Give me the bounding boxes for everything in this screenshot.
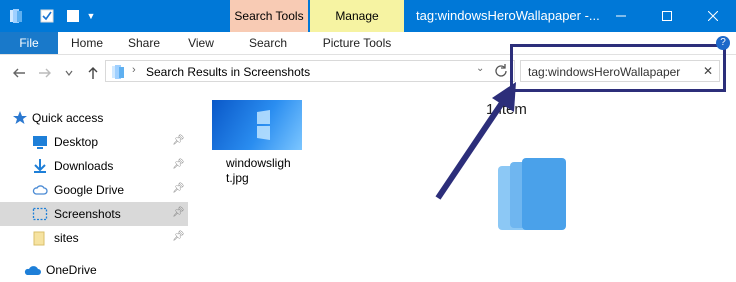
nav-item-screenshots[interactable]: Screenshots 📌︎ (0, 202, 188, 226)
tab-home[interactable]: Home (62, 32, 112, 54)
search-results-icon (110, 64, 126, 83)
chevron-right-icon: › (132, 64, 136, 76)
nav-item-desktop[interactable]: Desktop 📌︎ (0, 130, 188, 154)
navigation-pane: Quick access Desktop 📌︎ Downloads 📌︎ Goo… (0, 100, 188, 280)
close-button[interactable] (690, 0, 736, 32)
forward-arrow-icon (39, 68, 51, 78)
properties-icon[interactable] (34, 0, 60, 32)
minimize-icon (616, 15, 626, 17)
annotation-highlight-box (510, 44, 726, 92)
windows-logo-icon (257, 110, 270, 140)
screenshot-folder-icon (32, 206, 48, 222)
tab-share[interactable]: Share (118, 32, 170, 54)
file-thumbnail (212, 100, 302, 150)
tab-picture-tools[interactable]: Picture Tools (312, 32, 402, 54)
nav-item-onedrive[interactable]: OneDrive (0, 258, 188, 282)
folder-icon (32, 230, 48, 246)
contextual-tab-manage[interactable]: Manage (310, 0, 404, 32)
maximize-icon (662, 11, 672, 21)
address-bar[interactable]: › Search Results in Screenshots ⌄ (105, 60, 515, 82)
tab-view[interactable]: View (176, 32, 226, 54)
customize-quick-access-icon[interactable]: ▼ (84, 0, 98, 32)
title-bar: ▼ Search Tools Manage tag:windowsHeroWal… (0, 0, 736, 32)
star-icon (12, 110, 28, 126)
pin-icon: 📌︎ (172, 183, 185, 194)
address-path[interactable]: Search Results in Screenshots (146, 65, 310, 79)
new-folder-icon[interactable] (62, 0, 84, 32)
tab-file[interactable]: File (0, 32, 58, 54)
refresh-icon[interactable] (494, 63, 508, 80)
file-name: windowslight.jpg (226, 156, 291, 185)
address-dropdown-icon[interactable]: ⌄ (476, 63, 484, 74)
nav-item-quick-access[interactable]: Quick access (0, 106, 188, 130)
pin-icon: 📌︎ (172, 231, 185, 242)
forward-button[interactable] (36, 64, 54, 82)
up-arrow-icon (88, 67, 98, 79)
pin-icon: 📌︎ (172, 135, 185, 146)
cloud-icon (32, 182, 48, 198)
minimize-button[interactable] (598, 0, 644, 32)
contextual-tab-search-tools[interactable]: Search Tools (230, 0, 308, 32)
maximize-button[interactable] (644, 0, 690, 32)
nav-item-sites[interactable]: sites 📌︎ (0, 226, 188, 250)
close-icon (708, 11, 718, 21)
nav-item-google-drive[interactable]: Google Drive 📌︎ (0, 178, 188, 202)
download-icon (32, 158, 48, 174)
pin-icon: 📌︎ (172, 207, 185, 218)
pin-icon: 📌︎ (172, 159, 185, 170)
help-icon[interactable]: ? (716, 36, 730, 50)
file-tile[interactable]: windowslight.jpg (212, 100, 304, 190)
desktop-icon (32, 134, 48, 150)
onedrive-icon (24, 262, 41, 278)
back-button[interactable] (10, 64, 28, 82)
explorer-app-icon[interactable] (4, 0, 28, 32)
up-button[interactable] (84, 64, 102, 82)
recent-locations-button[interactable] (60, 64, 78, 82)
nav-item-downloads[interactable]: Downloads 📌︎ (0, 154, 188, 178)
tab-search[interactable]: Search (232, 32, 304, 54)
search-results-large-icon (498, 156, 576, 239)
back-arrow-icon (13, 68, 25, 78)
window-title: tag:windowsHeroWallapaper -... (416, 8, 600, 23)
chevron-down-icon (65, 70, 73, 76)
